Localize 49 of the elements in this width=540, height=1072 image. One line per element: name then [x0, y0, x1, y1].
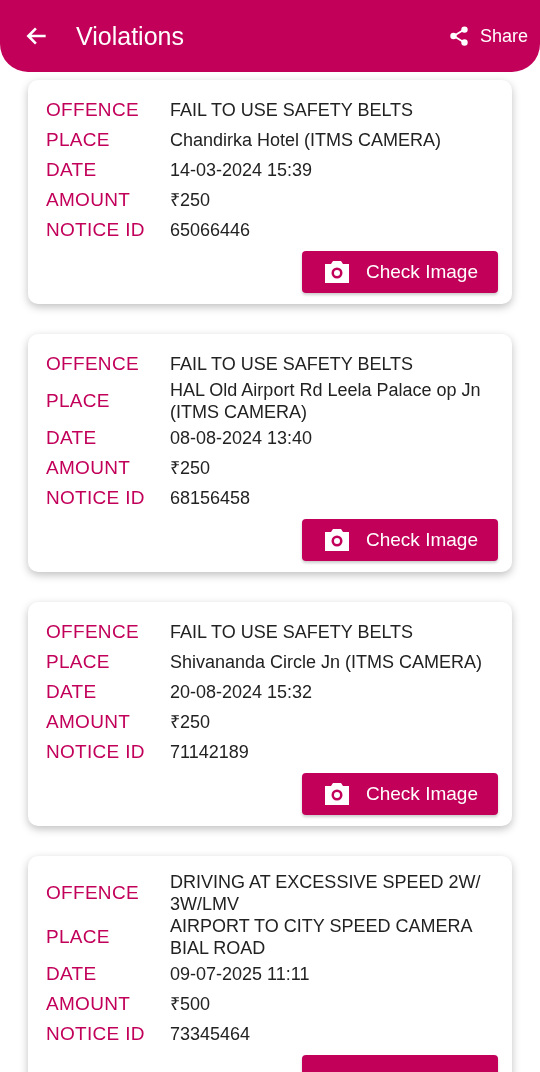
camera-icon — [322, 259, 352, 285]
check-image-button[interactable]: Check Image — [302, 251, 498, 293]
check-image-button[interactable]: Check Image — [302, 773, 498, 815]
share-button[interactable]: Share — [447, 25, 528, 47]
field-value: FAIL TO USE SAFETY BELTS — [170, 99, 415, 121]
camera-icon — [322, 527, 352, 553]
check-image-button[interactable]: Check Image — [302, 519, 498, 561]
field-label: OFFENCE — [46, 99, 140, 121]
page-title: Violations — [76, 21, 185, 51]
field-label: AMOUNT — [46, 711, 132, 733]
field-value: FAIL TO USE SAFETY BELTS — [170, 621, 415, 643]
field-label: PLACE — [46, 129, 111, 151]
field-label: AMOUNT — [46, 189, 132, 211]
field-value: 71142189 — [170, 741, 250, 763]
field-label: OFFENCE — [46, 353, 140, 375]
field-label: NOTICE ID — [46, 741, 146, 763]
field-value: ₹250 — [170, 711, 212, 733]
field-label: DATE — [46, 159, 98, 181]
field-value: ₹250 — [170, 457, 212, 479]
field-value: 73345464 — [170, 1023, 252, 1045]
field-label: AMOUNT — [46, 457, 132, 479]
field-value: 08-08-2024 13:40 — [170, 427, 314, 449]
field-label: OFFENCE — [46, 882, 140, 904]
field-label: OFFENCE — [46, 621, 140, 643]
field-value: 09-07-2025 11:11 — [170, 963, 311, 985]
field-value: DRIVING AT EXCESSIVE SPEED 2W/ 3W/LMV — [170, 871, 482, 915]
field-value: ₹500 — [170, 993, 212, 1015]
field-label: NOTICE ID — [46, 487, 146, 509]
field-value: 68156458 — [170, 487, 252, 509]
field-value: AIRPORT TO CITY SPEED CAMERA BIAL ROAD — [170, 915, 473, 959]
field-value: 65066446 — [170, 219, 252, 241]
field-value: 14-03-2024 15:39 — [170, 159, 314, 181]
field-value: Shivananda Circle Jn (ITMS CAMERA) — [170, 651, 484, 673]
field-value: FAIL TO USE SAFETY BELTS — [170, 353, 415, 375]
field-value: ₹250 — [170, 189, 212, 211]
field-label: NOTICE ID — [46, 1023, 146, 1045]
field-label: AMOUNT — [46, 993, 132, 1015]
field-label: DATE — [46, 681, 98, 703]
field-label: NOTICE ID — [46, 219, 146, 241]
camera-icon — [322, 781, 352, 807]
field-value: 20-08-2024 15:32 — [170, 681, 314, 703]
field-label: PLACE — [46, 651, 111, 673]
field-label: PLACE — [46, 390, 111, 412]
field-label: PLACE — [46, 926, 111, 948]
field-label: DATE — [46, 427, 98, 449]
field-value: Chandirka Hotel (ITMS CAMERA) — [170, 129, 443, 151]
share-icon — [447, 25, 470, 47]
field-value: HAL Old Airport Rd Leela Palace op Jn (ITMS CAMERA) — [170, 379, 482, 423]
field-label: DATE — [46, 963, 98, 985]
